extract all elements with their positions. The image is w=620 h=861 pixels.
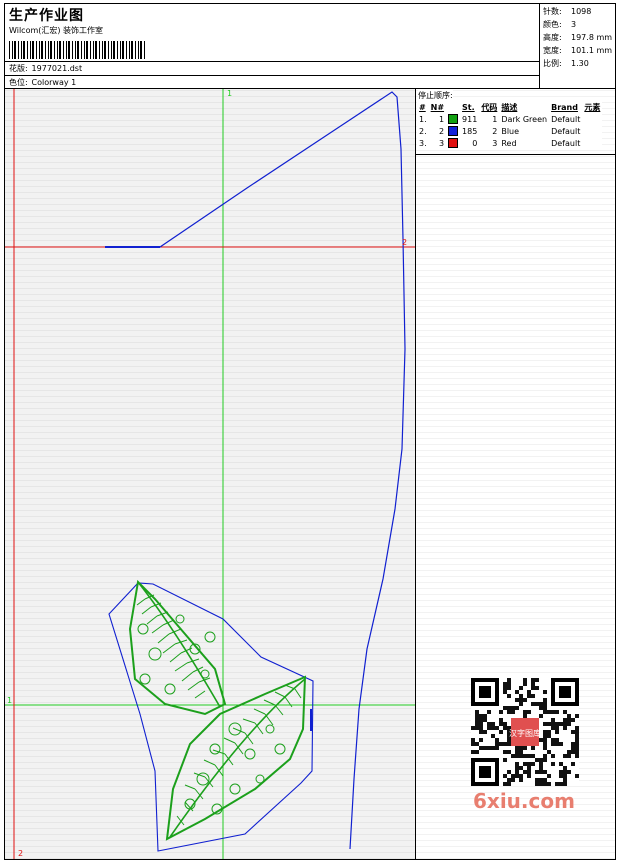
row-brand: Default [551, 126, 581, 136]
row-code: 2 [492, 126, 498, 136]
col-element: 元素 [584, 102, 601, 112]
svg-text:汉字图库: 汉字图库 [509, 728, 541, 738]
stat-stitches: 针数: 1098 [543, 7, 592, 16]
row-element [582, 137, 602, 149]
stat-height: 高度: 197.8 mm [543, 33, 613, 42]
stop-sequence-heading: 停止顺序: [418, 90, 453, 101]
row-index: 2. [419, 126, 427, 136]
page-title: 生产作业图 [9, 8, 84, 24]
barcode [9, 41, 145, 59]
row-stitches: 0 [472, 138, 478, 148]
row-element [582, 125, 602, 137]
row-description: Red [501, 138, 517, 148]
row-swatch [446, 137, 460, 149]
col-stitches: St. [462, 102, 475, 112]
blue-outline-large [105, 91, 406, 850]
row-element [582, 113, 602, 125]
stats-panel: 针数: 1098 颜色: 3 高度: 197.8 mm 宽度: 101.1 mm 比例:… [543, 4, 617, 88]
col-index: # [419, 102, 426, 112]
divider [5, 75, 539, 76]
row-code: 1 [492, 114, 498, 124]
design-canvas[interactable]: 1 2 1 2 [5, 89, 416, 859]
row-stitches: 911 [462, 114, 478, 124]
green-leaf-lower [165, 675, 307, 841]
row-index: 1. [419, 114, 427, 124]
row-description: Dark Green [501, 114, 548, 124]
row-stitches: 185 [462, 126, 478, 136]
stop-sequence-panel: 停止顺序: # N# St. 代码 描述 Brand 元素 1. 1 911 1 Dar… [416, 89, 615, 859]
color-swatch [448, 126, 459, 136]
row-needle: 2 [438, 126, 445, 136]
watermark-logo: 6xiu.com [473, 789, 575, 813]
guide-marker-left: 1 [7, 696, 13, 705]
row-swatch [446, 125, 460, 137]
green-leaf-upper [128, 579, 227, 716]
guide-marker-bottom: 2 [18, 849, 24, 858]
color-row: 3. 3 0 3 Red Default [417, 137, 602, 149]
colorway-name: Colorway 1 [31, 78, 77, 87]
col-description: 描述 [501, 102, 518, 112]
row-brand: Default [551, 138, 581, 148]
embroidery-preview [5, 89, 415, 859]
color-table-header: # N# St. 代码 描述 Brand 元素 [417, 101, 602, 113]
colorway-label: 色位: [9, 78, 28, 87]
stat-colors: 颜色: 3 [543, 20, 577, 29]
row-swatch [446, 113, 460, 125]
divider [5, 61, 539, 62]
blue-outline-small [108, 582, 314, 852]
row-description: Blue [501, 126, 520, 136]
guide-marker-right: 2 [402, 238, 408, 247]
color-swatch [448, 138, 459, 148]
guide-marker-top: 1 [227, 89, 233, 98]
row-code: 3 [492, 138, 498, 148]
row-index: 3. [419, 138, 427, 148]
col-swatch [446, 101, 460, 113]
col-code: 代码 [481, 102, 498, 112]
company-name: Wilcom(汇宏) 装饰工作室 [9, 26, 104, 35]
colorway-row: 色位: Colorway 1 [9, 77, 76, 88]
stat-scale: 比例: 1.30 [543, 59, 589, 68]
stat-width: 宽度: 101.1 mm [543, 46, 613, 55]
design-label: 花版: [9, 64, 28, 73]
row-needle: 3 [438, 138, 445, 148]
design-file-row: 花版: 1977021.dst [9, 63, 82, 74]
color-row: 1. 1 911 1 Dark Green Default [417, 113, 602, 125]
qr-code: 汉字图库 [471, 678, 579, 786]
col-brand: Brand [551, 102, 578, 112]
color-table: # N# St. 代码 描述 Brand 元素 1. 1 911 1 Dark Gree… [417, 101, 603, 149]
header-panel: 生产作业图 Wilcom(汇宏) 装饰工作室 花版: 1977021.dst 色… [4, 3, 616, 89]
color-swatch [448, 114, 459, 124]
color-row: 2. 2 185 2 Blue Default [417, 125, 602, 137]
header-info: 生产作业图 Wilcom(汇宏) 装饰工作室 花版: 1977021.dst 色… [5, 4, 540, 88]
col-number: N# [430, 102, 445, 112]
body-panel: 1 2 1 2 停止顺序: # N# St. 代码 描述 Brand 元素 1.… [4, 88, 616, 860]
row-brand: Default [551, 114, 581, 124]
design-file-name: 1977021.dst [31, 64, 83, 73]
row-needle: 1 [438, 114, 445, 124]
divider [416, 154, 615, 155]
